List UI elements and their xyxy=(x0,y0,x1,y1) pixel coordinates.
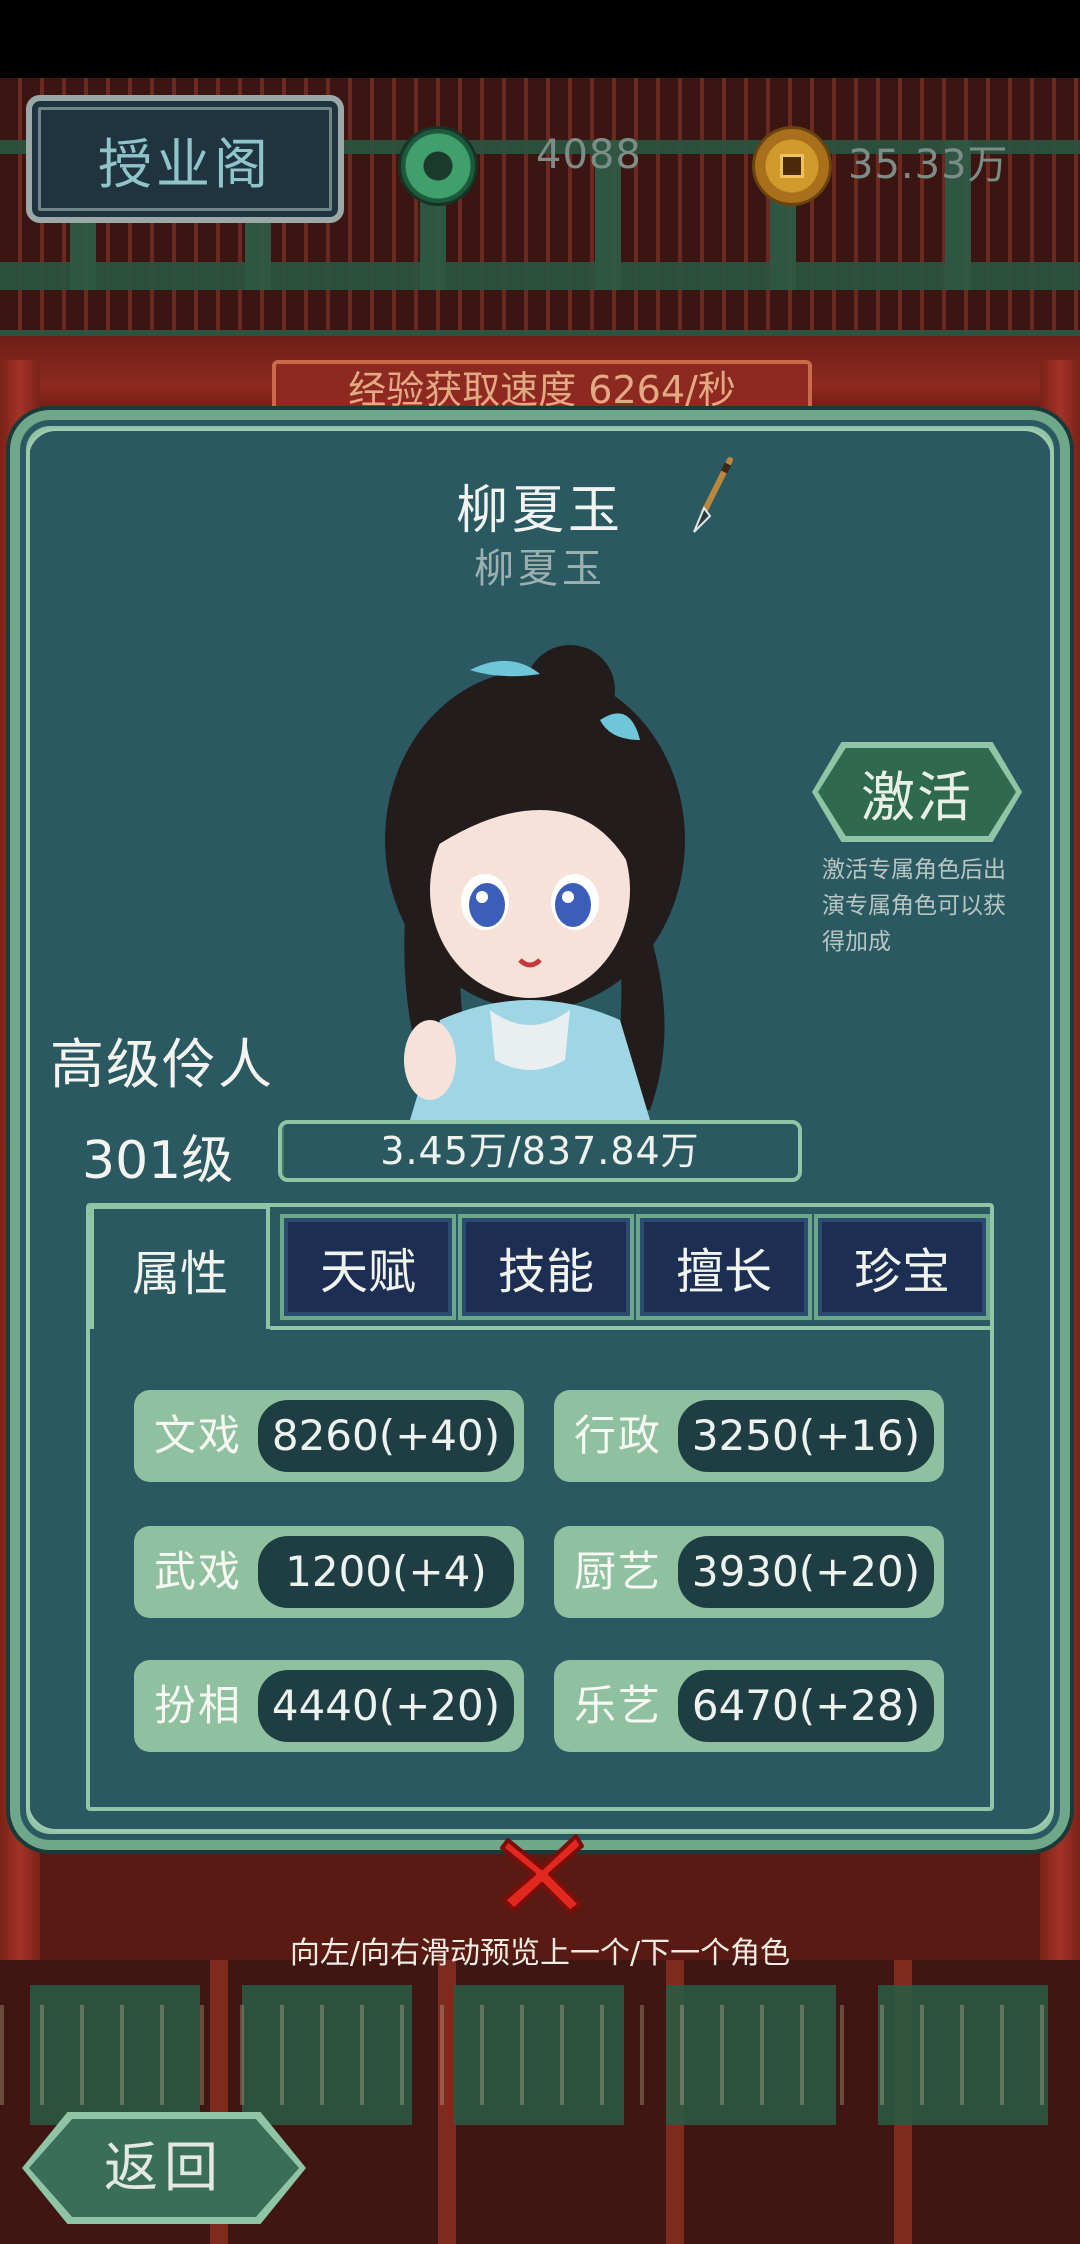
activate-label: 激活 xyxy=(861,765,973,829)
tab-talent[interactable]: 天赋 xyxy=(280,1214,456,1320)
character-portrait xyxy=(385,645,685,1120)
gold-currency-value: 35.33万 xyxy=(848,142,1009,188)
attribute-chip: 文戏 8260(+40) xyxy=(134,1390,524,1482)
attribute-label: 扮相 xyxy=(154,1681,243,1730)
status-bar xyxy=(0,0,1080,78)
attribute-chip: 武戏 1200(+4) xyxy=(134,1526,524,1618)
attribute-label: 武戏 xyxy=(154,1547,243,1596)
tab-treasure[interactable]: 珍宝 xyxy=(814,1214,990,1320)
swipe-hint: 向左/向右滑动预览上一个/下一个角色 xyxy=(289,1936,791,1971)
attribute-value: 3930(+20) xyxy=(678,1536,934,1608)
attribute-value: 1200(+4) xyxy=(258,1536,514,1608)
exp-progress-text: 3.45万/837.84万 xyxy=(380,1129,700,1173)
location-title: 授业阁 xyxy=(98,132,272,196)
tab-skills[interactable]: 技能 xyxy=(458,1214,634,1320)
character-name: 柳夏玉 xyxy=(455,481,624,541)
activate-button[interactable]: 激活 xyxy=(812,742,1022,842)
back-label: 返回 xyxy=(104,2136,224,2199)
character-level: 301级 xyxy=(82,1131,234,1191)
character-subtitle: 柳夏玉 xyxy=(474,546,606,592)
attribute-chip: 行政 3250(+16) xyxy=(554,1390,944,1482)
gold-coin-icon xyxy=(752,126,832,206)
attribute-label: 行政 xyxy=(574,1411,663,1460)
attribute-value: 8260(+40) xyxy=(258,1400,514,1472)
attribute-chip: 扮相 4440(+20) xyxy=(134,1660,524,1752)
attribute-value: 4440(+20) xyxy=(258,1670,514,1742)
attribute-label: 厨艺 xyxy=(574,1547,663,1596)
jade-coin-icon xyxy=(398,126,478,206)
attribute-chip: 乐艺 6470(+28) xyxy=(554,1660,944,1752)
attribute-label: 乐艺 xyxy=(574,1681,663,1730)
exp-progress-bar: 3.45万/837.84万 xyxy=(278,1120,802,1182)
tab-specialty[interactable]: 擅长 xyxy=(636,1214,812,1320)
attribute-value: 6470(+28) xyxy=(678,1670,934,1742)
attribute-value: 3250(+16) xyxy=(678,1400,934,1472)
tab-attributes[interactable]: 属性 xyxy=(90,1205,270,1329)
activate-description: 激活专属角色后出演专属角色可以获得加成 xyxy=(822,857,1006,955)
back-button[interactable]: 返回 xyxy=(22,2112,306,2224)
close-icon[interactable] xyxy=(494,1822,590,1918)
tab-divider xyxy=(270,1326,990,1330)
palace-lattice xyxy=(0,1985,1080,2125)
character-rank: 高级伶人 xyxy=(50,1033,274,1096)
attribute-chip: 厨艺 3930(+20) xyxy=(554,1526,944,1618)
jade-currency-value: 4088 xyxy=(536,132,642,178)
location-title-plaque: 授业阁 xyxy=(26,95,344,223)
brush-icon[interactable] xyxy=(690,456,740,536)
attribute-label: 文戏 xyxy=(154,1411,243,1460)
